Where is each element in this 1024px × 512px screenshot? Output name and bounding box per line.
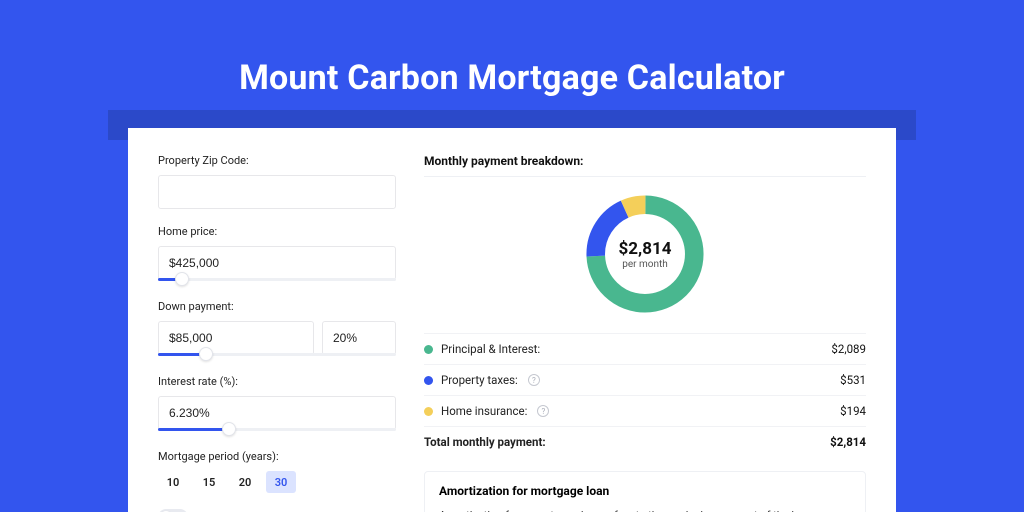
zip-label: Property Zip Code:: [158, 154, 396, 167]
breakdown-row-label: Property taxes:?: [424, 373, 540, 387]
interest-rate-input[interactable]: [158, 396, 396, 430]
breakdown-title: Monthly payment breakdown:: [424, 154, 866, 168]
period-option-15[interactable]: 15: [194, 471, 224, 493]
down-pct-input[interactable]: [322, 321, 396, 355]
donut-chart: $2,814 per month: [580, 189, 710, 319]
interest-rate-label: Interest rate (%):: [158, 375, 396, 388]
slider-thumb[interactable]: [175, 272, 189, 286]
amortization-title: Amortization for mortgage loan: [439, 484, 851, 498]
donut-center: $2,814 per month: [580, 189, 710, 319]
amortization-text: Amortization for a mortgage loan refers …: [439, 508, 851, 512]
mortgage-period-label: Mortgage period (years):: [158, 450, 396, 463]
period-option-30[interactable]: 30: [266, 471, 296, 493]
breakdown-row: Principal & Interest: $2,089: [424, 333, 866, 364]
total-value: $2,814: [830, 435, 866, 449]
breakdown-value: $194: [840, 404, 866, 418]
amortization-section: Amortization for mortgage loan Amortizat…: [424, 471, 866, 512]
period-option-20[interactable]: 20: [230, 471, 260, 493]
zip-input[interactable]: [158, 175, 396, 209]
legend-dot: [424, 407, 433, 416]
down-payment-field: Down payment:: [158, 300, 396, 359]
breakdown-row: Property taxes:? $531: [424, 364, 866, 395]
home-price-input[interactable]: [158, 246, 396, 280]
page-title: Mount Carbon Mortgage Calculator: [0, 0, 1024, 98]
slider-thumb[interactable]: [199, 347, 213, 361]
mortgage-period-field: Mortgage period (years): 10 15 20 30: [158, 450, 396, 493]
total-row: Total monthly payment: $2,814: [424, 426, 866, 457]
down-payment-label: Down payment:: [158, 300, 396, 313]
slider-fill: [158, 428, 229, 431]
breakdown-rows: Principal & Interest: $2,089 Property taxe…: [424, 333, 866, 426]
period-option-10[interactable]: 10: [158, 471, 188, 493]
home-price-field: Home price:: [158, 225, 396, 284]
zip-field: Property Zip Code:: [158, 154, 396, 209]
donut-amount: $2,814: [619, 239, 672, 259]
breakdown-row-label: Home insurance:?: [424, 404, 549, 418]
down-amount-input[interactable]: [158, 321, 314, 355]
breakdown-label-text: Home insurance:: [441, 404, 527, 418]
results-panel: Monthly payment breakdown: $2,814 per mo…: [424, 154, 866, 512]
legend-dot: [424, 376, 433, 385]
breakdown-value: $531: [840, 373, 866, 387]
home-price-slider[interactable]: [158, 276, 396, 284]
down-payment-slider[interactable]: [158, 351, 396, 359]
interest-rate-slider[interactable]: [158, 426, 396, 434]
total-label: Total monthly payment:: [424, 435, 546, 449]
divider: [424, 176, 866, 177]
breakdown-row: Home insurance:? $194: [424, 395, 866, 426]
breakdown-label-text: Principal & Interest:: [441, 342, 540, 356]
home-price-label: Home price:: [158, 225, 396, 238]
breakdown-value: $2,089: [831, 342, 866, 356]
info-icon[interactable]: ?: [528, 374, 540, 386]
breakdown-row-label: Principal & Interest:: [424, 342, 540, 356]
period-segmented: 10 15 20 30: [158, 471, 396, 493]
slider-thumb[interactable]: [222, 422, 236, 436]
inputs-panel: Property Zip Code: Home price: Down paym…: [158, 154, 396, 512]
calculator-card: Property Zip Code: Home price: Down paym…: [128, 128, 896, 512]
donut-chart-wrap: $2,814 per month: [424, 189, 866, 319]
donut-sub: per month: [622, 259, 668, 270]
slider-track: [158, 278, 396, 281]
info-icon[interactable]: ?: [537, 405, 549, 417]
legend-dot: [424, 345, 433, 354]
interest-rate-field: Interest rate (%):: [158, 375, 396, 434]
breakdown-label-text: Property taxes:: [441, 373, 518, 387]
